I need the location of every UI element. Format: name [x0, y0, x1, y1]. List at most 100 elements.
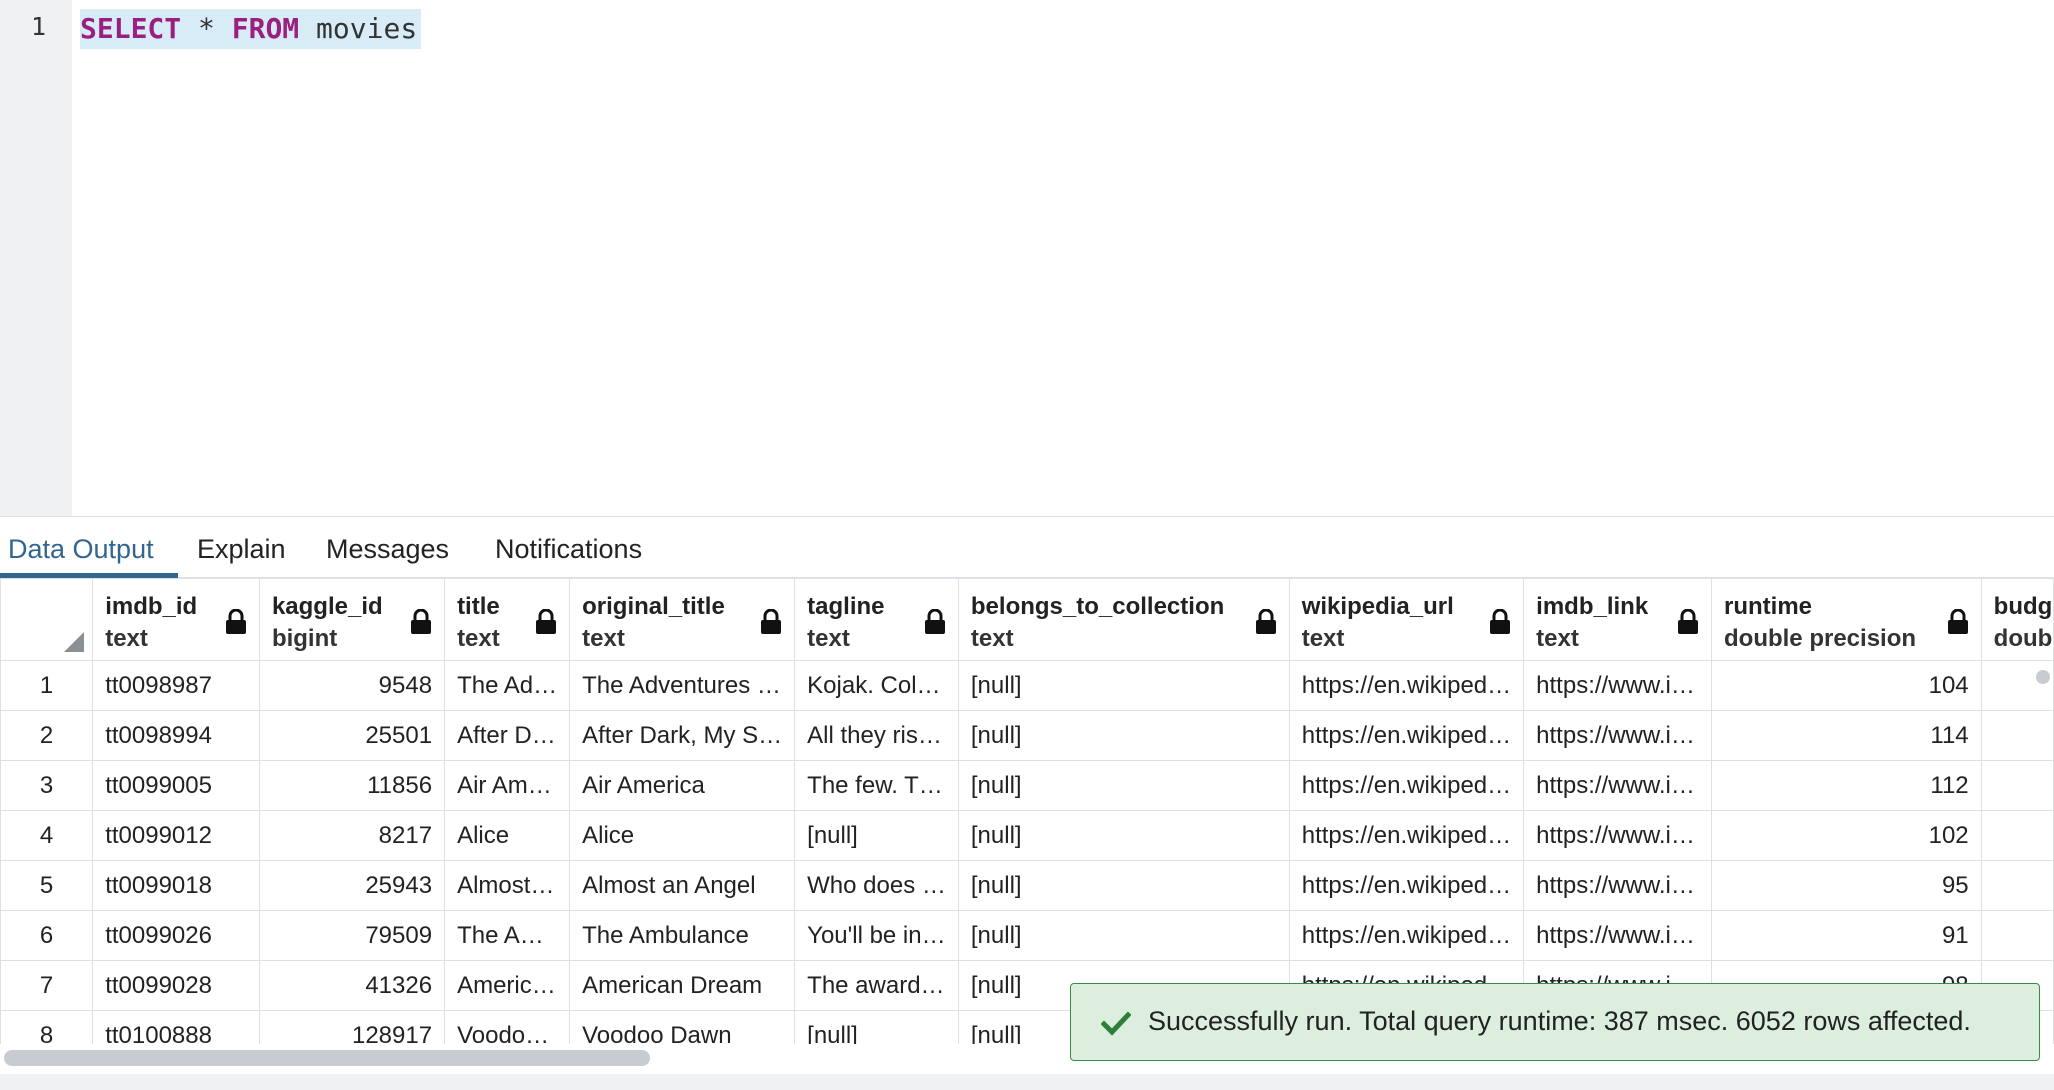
table-cell[interactable]: You'll be in… [794, 910, 959, 961]
table-cell[interactable]: 9548 [258, 660, 446, 711]
table-cell[interactable]: 25501 [258, 710, 446, 761]
table-cell[interactable]: https://www.i… [1523, 710, 1712, 761]
horizontal-scroll-thumb[interactable] [4, 1050, 650, 1066]
table-cell[interactable]: After D… [444, 710, 571, 761]
table-cell[interactable]: [null] [957, 660, 1290, 711]
table-cell[interactable]: [null] [794, 810, 959, 861]
table-cell[interactable]: The few. T… [794, 760, 959, 811]
row-number[interactable]: 8 [0, 1010, 94, 1044]
column-header-runtime[interactable]: runtime double precision [1711, 578, 1982, 661]
table-cell[interactable]: tt0098994 [92, 710, 260, 761]
table-cell[interactable]: https://www.i… [1523, 910, 1712, 961]
select-all-corner[interactable] [0, 578, 94, 661]
table-cell[interactable]: The Ad… [444, 660, 571, 711]
column-header-imdb-link[interactable]: imdb_link text [1523, 578, 1712, 661]
table-cell[interactable]: https://www.i… [1523, 760, 1712, 811]
table-cell[interactable]: Alice [569, 810, 796, 861]
code-line[interactable]: SELECT * FROM movies [80, 9, 422, 49]
table-cell[interactable]: Kojak. Col… [794, 660, 959, 711]
table-cell[interactable]: https://www.i… [1523, 860, 1712, 911]
table-cell[interactable]: Who does … [794, 860, 959, 911]
table-cell[interactable]: The award… [794, 960, 959, 1011]
table-cell[interactable]: 8217 [258, 810, 446, 861]
tab-explain[interactable]: Explain [189, 517, 294, 577]
column-header-wikipedia-url[interactable]: wikipedia_url text [1288, 578, 1525, 661]
column-header-budge[interactable]: budge doubl [1980, 578, 2054, 661]
column-header-title[interactable]: title text [444, 578, 571, 661]
row-number[interactable]: 4 [0, 810, 94, 861]
table-cell[interactable]: tt0098987 [92, 660, 260, 711]
table-row[interactable]: 3 tt0099005 11856 Air Am… Air America The few… [0, 760, 2054, 811]
table-cell[interactable]: 112 [1711, 760, 1982, 811]
table-cell[interactable] [1980, 710, 2054, 761]
column-header-kaggle-id[interactable]: kaggle_id bigint [258, 578, 446, 661]
table-cell[interactable] [1980, 910, 2054, 961]
table-cell[interactable]: Air Am… [444, 760, 571, 811]
table-cell[interactable]: tt0099026 [92, 910, 260, 961]
table-cell[interactable]: Almost… [444, 860, 571, 911]
table-cell[interactable]: [null] [957, 760, 1290, 811]
table-cell[interactable]: The Ambulance [569, 910, 796, 961]
table-cell[interactable]: The Adventures … [569, 660, 796, 711]
table-cell[interactable]: tt0100888 [92, 1010, 260, 1044]
table-cell[interactable]: Voodoo Dawn [569, 1010, 796, 1044]
table-row[interactable]: 6 tt0099026 79509 The A… The Ambulance You'll… [0, 910, 2054, 961]
row-number[interactable]: 1 [0, 660, 94, 711]
table-cell[interactable]: [null] [957, 810, 1290, 861]
column-header-original-title[interactable]: original_title text [569, 578, 796, 661]
table-cell[interactable]: https://en.wikiped… [1288, 910, 1525, 961]
table-cell[interactable]: https://www.i… [1523, 810, 1712, 861]
row-number[interactable]: 3 [0, 760, 94, 811]
tab-data-output[interactable]: Data Output [0, 517, 162, 577]
column-header-belongs-to-collection[interactable]: belongs_to_collection text [957, 578, 1290, 661]
table-cell[interactable]: 91 [1711, 910, 1982, 961]
table-cell[interactable]: 11856 [258, 760, 446, 811]
table-cell[interactable] [1980, 660, 2054, 711]
table-cell[interactable]: Air America [569, 760, 796, 811]
table-cell[interactable]: All they ris… [794, 710, 959, 761]
row-number[interactable]: 2 [0, 710, 94, 761]
sql-editor[interactable]: 1 SELECT * FROM movies [0, 0, 2054, 516]
table-cell[interactable]: tt0099012 [92, 810, 260, 861]
table-cell[interactable]: [null] [957, 910, 1290, 961]
table-cell[interactable]: https://en.wikiped… [1288, 760, 1525, 811]
table-cell[interactable]: https://en.wikiped… [1288, 660, 1525, 711]
table-cell[interactable]: 79509 [258, 910, 446, 961]
table-cell[interactable]: Almost an Angel [569, 860, 796, 911]
row-number[interactable]: 6 [0, 910, 94, 961]
column-header-imdb-id[interactable]: imdb_id text [92, 578, 260, 661]
table-cell[interactable]: 104 [1711, 660, 1982, 711]
table-cell[interactable]: Alice [444, 810, 571, 861]
table-cell[interactable]: Voodo… [444, 1010, 571, 1044]
column-header-tagline[interactable]: tagline text [794, 578, 959, 661]
table-cell[interactable]: Americ… [444, 960, 571, 1011]
table-cell[interactable] [1980, 760, 2054, 811]
table-cell[interactable]: https://en.wikiped… [1288, 710, 1525, 761]
success-toast[interactable]: Successfully run. Total query runtime: 3… [1070, 983, 2040, 1061]
table-row[interactable]: 4 tt0099012 8217 Alice Alice [null] [null] http… [0, 810, 2054, 861]
table-cell[interactable] [1980, 860, 2054, 911]
table-cell[interactable]: https://en.wikiped… [1288, 810, 1525, 861]
row-number[interactable]: 5 [0, 860, 94, 911]
table-cell[interactable]: After Dark, My S… [569, 710, 796, 761]
table-cell[interactable]: tt0099018 [92, 860, 260, 911]
table-cell[interactable]: 25943 [258, 860, 446, 911]
table-cell[interactable]: 102 [1711, 810, 1982, 861]
table-cell[interactable]: tt0099005 [92, 760, 260, 811]
table-cell[interactable]: The A… [444, 910, 571, 961]
table-cell[interactable]: https://en.wikiped… [1288, 860, 1525, 911]
table-cell[interactable]: 95 [1711, 860, 1982, 911]
table-cell[interactable]: [null] [794, 1010, 959, 1044]
table-cell[interactable]: tt0099028 [92, 960, 260, 1011]
table-cell[interactable]: American Dream [569, 960, 796, 1011]
table-cell[interactable]: https://www.i… [1523, 660, 1712, 711]
row-number[interactable]: 7 [0, 960, 94, 1011]
table-cell[interactable] [1980, 810, 2054, 861]
table-cell[interactable]: [null] [957, 860, 1290, 911]
table-cell[interactable]: 114 [1711, 710, 1982, 761]
tab-notifications[interactable]: Notifications [487, 517, 650, 577]
vertical-scrollbar[interactable] [2036, 670, 2050, 684]
table-cell[interactable]: [null] [957, 710, 1290, 761]
table-row[interactable]: 2 tt0098994 25501 After D… After Dark, My S…… [0, 710, 2054, 761]
table-row[interactable]: 1 tt0098987 9548 The Ad… The Adventures … Koj… [0, 660, 2054, 711]
